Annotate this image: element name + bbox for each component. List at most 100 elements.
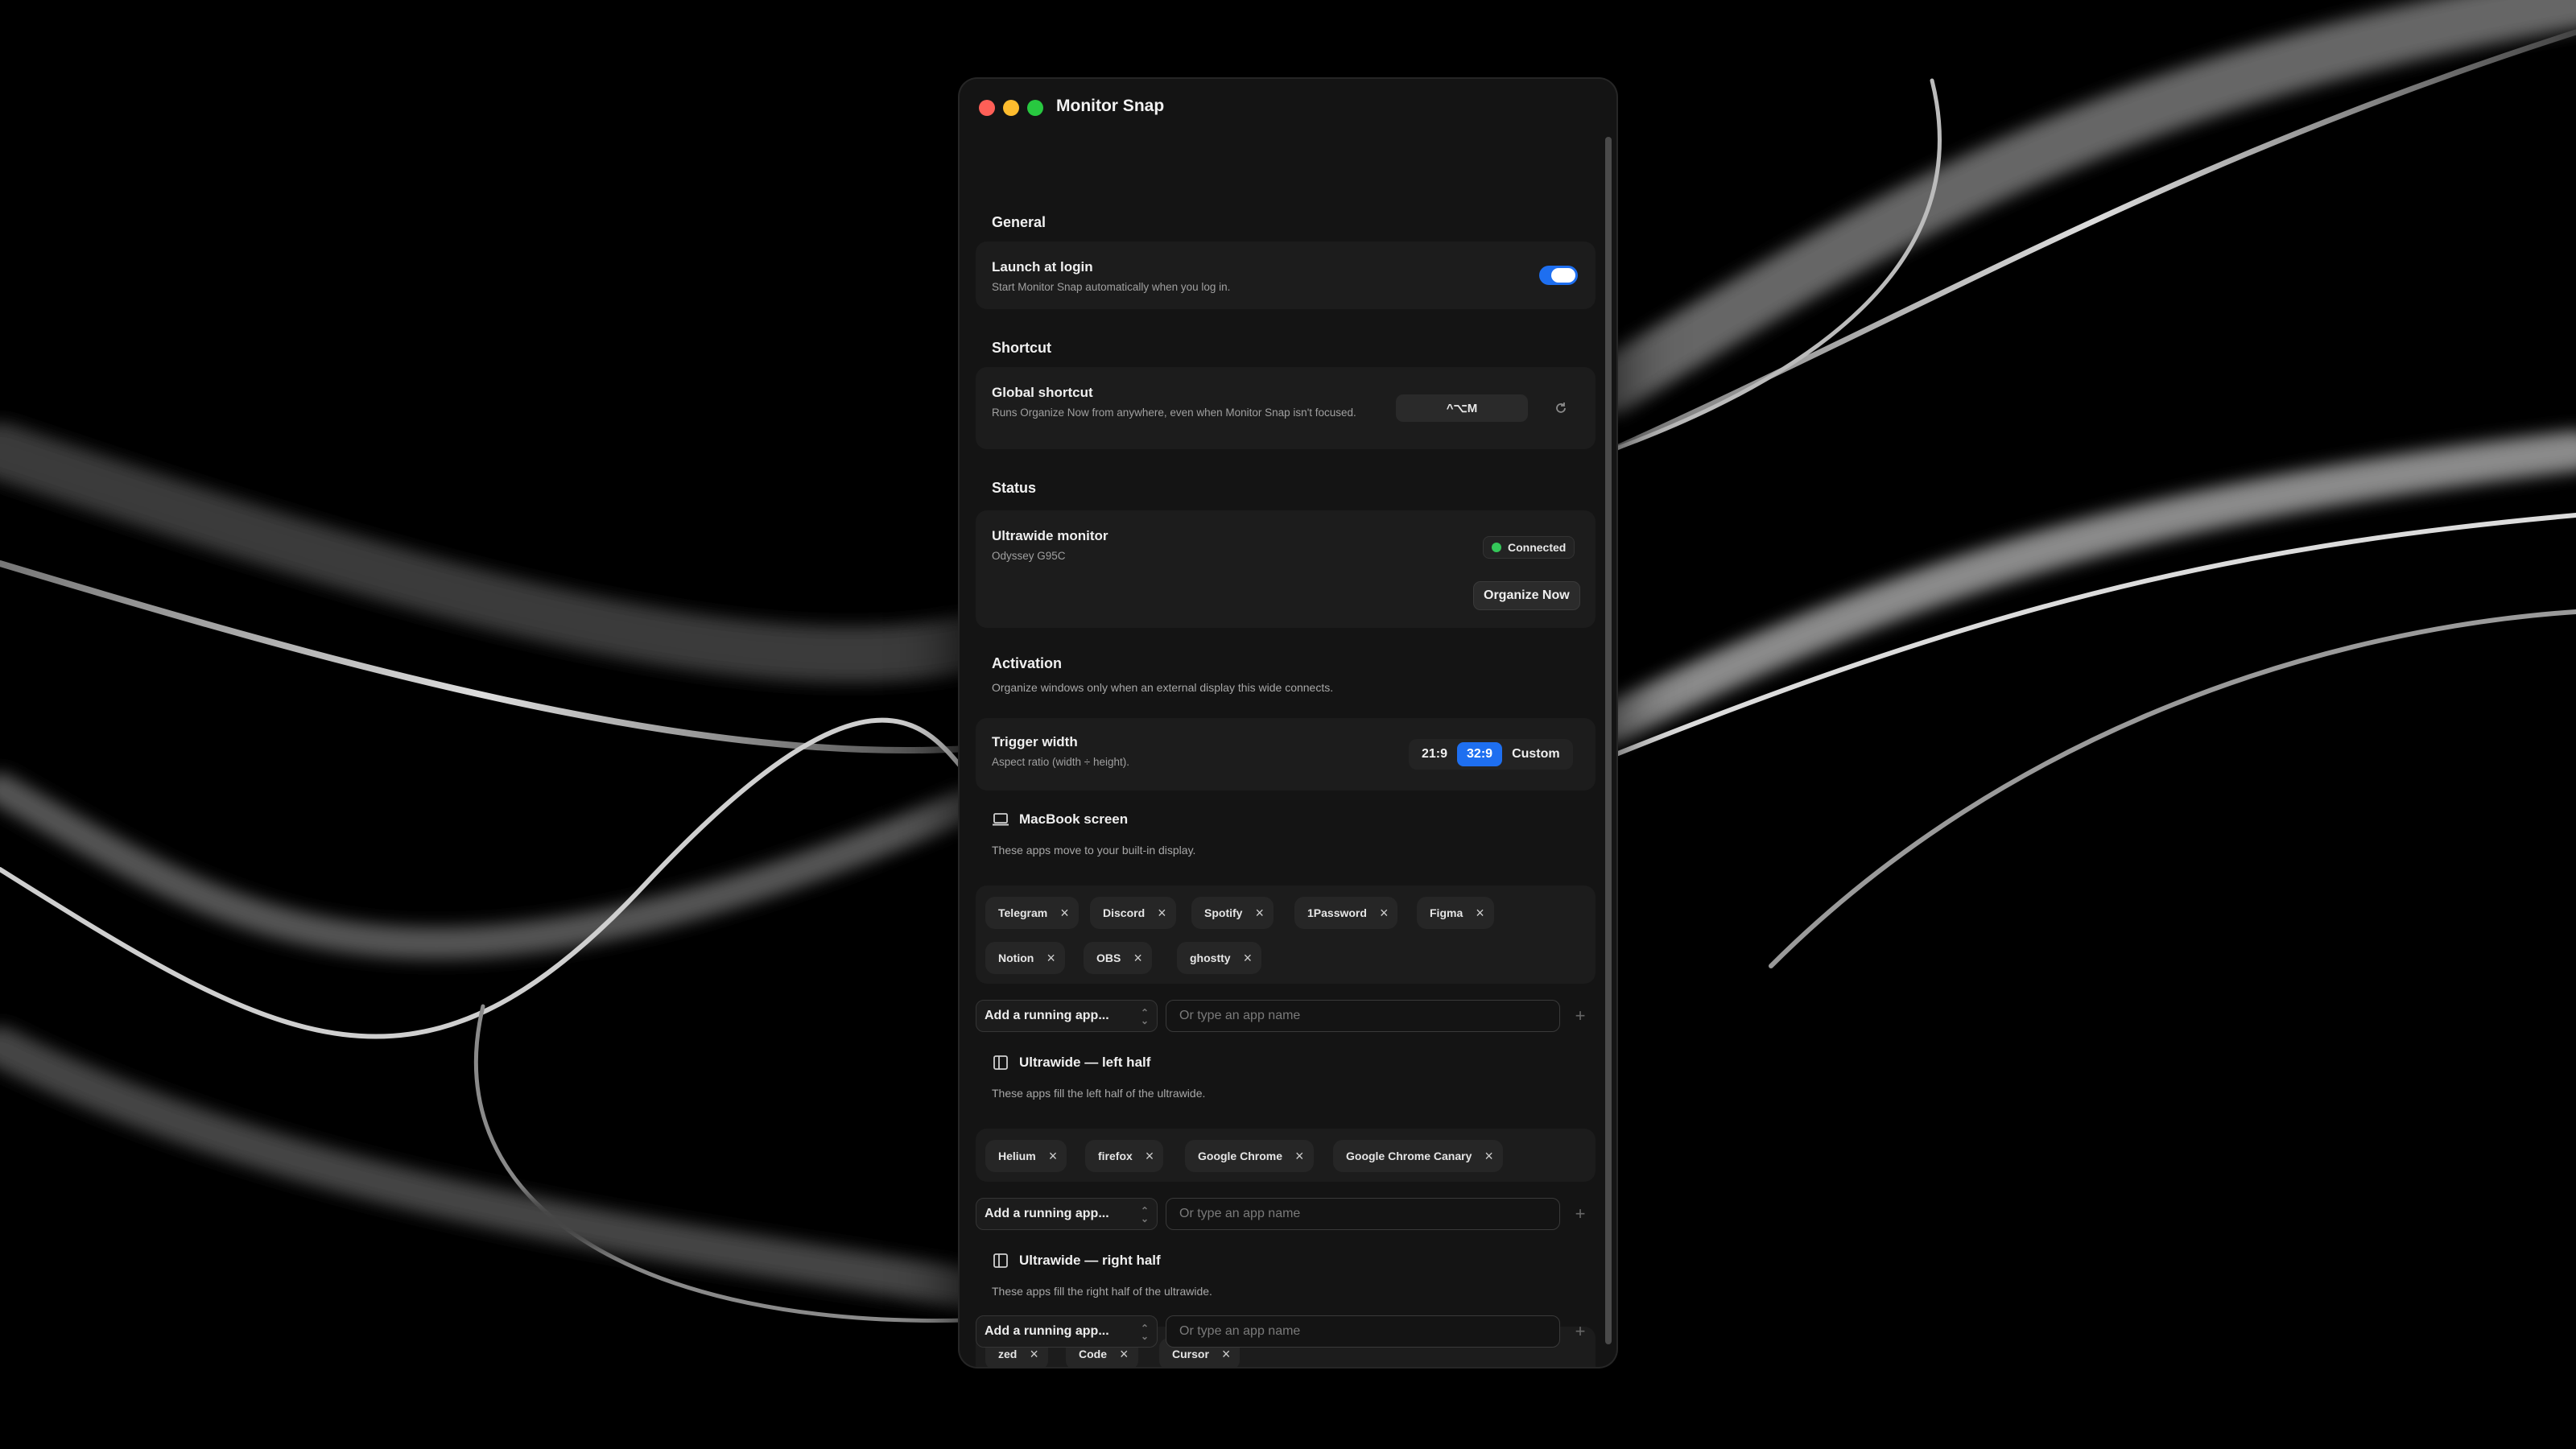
app-chip-google-chrome: Google Chrome × <box>1185 1140 1314 1172</box>
right-app-name-input[interactable] <box>1166 1315 1560 1348</box>
left-app-name-input[interactable] <box>1166 1198 1560 1230</box>
zoom-window-button[interactable] <box>1027 100 1043 116</box>
app-chip-ghostty: ghostty × <box>1177 942 1262 974</box>
window-title: Monitor Snap <box>1056 97 1165 115</box>
global-shortcut-description: Runs Organize Now from anywhere, even wh… <box>992 407 1356 419</box>
split-left-icon <box>993 1055 1008 1070</box>
select-label: Add a running app... <box>985 1207 1109 1220</box>
ultrawide-left-header: Ultrawide — left half <box>992 1055 1150 1071</box>
up-down-chevron-icon: ⌃ ⌄ <box>1140 1205 1149 1224</box>
app-chip-google-chrome-canary: Google Chrome Canary × <box>1333 1140 1503 1172</box>
app-chip-label: Telegram <box>998 906 1048 919</box>
app-chip-label: Notion <box>998 952 1034 964</box>
trigger-width-segmented-control: 21:9 32:9 Custom <box>1409 739 1573 770</box>
app-chip-helium: Helium × <box>985 1140 1067 1172</box>
right-add-app-plus-icon[interactable]: + <box>1568 1319 1592 1344</box>
section-title-activation: Activation <box>992 655 1063 671</box>
left-add-app-plus-icon[interactable]: + <box>1568 1202 1592 1226</box>
reset-shortcut-icon[interactable] <box>1550 398 1571 419</box>
minimize-window-button[interactable] <box>1003 100 1019 116</box>
remove-icon[interactable]: × <box>1380 905 1389 922</box>
ultrawide-right-title: Ultrawide — right half <box>1019 1253 1161 1268</box>
remove-icon[interactable]: × <box>1030 1346 1038 1363</box>
launch-at-login-label: Launch at login <box>992 259 1093 275</box>
app-chip-label: Figma <box>1430 906 1463 919</box>
connection-status-text: Connected <box>1508 541 1567 554</box>
remove-icon[interactable]: × <box>1476 905 1484 922</box>
right-add-running-app-select[interactable]: Add a running app... ⌃ ⌄ <box>976 1315 1158 1348</box>
app-chip-label: Helium <box>998 1150 1036 1162</box>
ultrawide-monitor-row: Ultrawide monitor Odyssey G95C Connected… <box>976 510 1596 628</box>
segment-32-9[interactable]: 32:9 <box>1457 742 1503 766</box>
trigger-width-label: Trigger width <box>992 734 1078 749</box>
vertical-scrollbar[interactable] <box>1605 137 1612 1344</box>
app-chip-telegram: Telegram × <box>985 897 1079 929</box>
laptop-icon <box>993 813 1009 826</box>
global-shortcut-row: Global shortcut Runs Organize Now from a… <box>976 367 1596 449</box>
select-label: Add a running app... <box>985 1009 1109 1022</box>
macbook-add-app-plus-icon[interactable]: + <box>1568 1004 1592 1028</box>
ultrawide-monitor-label: Ultrawide monitor <box>992 528 1108 543</box>
app-chip-label: firefox <box>1098 1150 1133 1162</box>
launch-at-login-toggle[interactable] <box>1539 266 1578 285</box>
activation-description: Organize windows only when an external d… <box>992 681 1334 694</box>
up-down-chevron-icon: ⌃ ⌄ <box>1140 1323 1149 1342</box>
left-add-running-app-select[interactable]: Add a running app... ⌃ ⌄ <box>976 1198 1158 1230</box>
settings-content: General Launch at login Start Monitor Sn… <box>976 135 1596 1367</box>
app-chip-label: Discord <box>1103 906 1146 919</box>
app-window: Monitor Snap General Launch at login Sta… <box>960 79 1616 1367</box>
remove-icon[interactable]: × <box>1244 950 1253 967</box>
remove-icon[interactable]: × <box>1484 1148 1493 1165</box>
app-chip-label: OBS <box>1096 952 1121 964</box>
app-chip-label: Code <box>1079 1348 1107 1360</box>
section-title-shortcut: Shortcut <box>992 340 1051 356</box>
macbook-add-running-app-select[interactable]: Add a running app... ⌃ ⌄ <box>976 1000 1158 1032</box>
launch-at-login-description: Start Monitor Snap automatically when yo… <box>992 281 1231 293</box>
trigger-width-row: Trigger width Aspect ratio (width ÷ heig… <box>976 718 1596 791</box>
ultrawide-right-header: Ultrawide — right half <box>992 1253 1161 1269</box>
macbook-apps-list: Telegram × Discord × Spotify × 1Password × F… <box>976 886 1596 984</box>
connection-status-badge: Connected <box>1483 536 1575 559</box>
close-window-button[interactable] <box>979 100 995 116</box>
remove-icon[interactable]: × <box>1049 1148 1058 1165</box>
section-title-status: Status <box>992 480 1037 496</box>
app-chip-spotify: Spotify × <box>1191 897 1274 929</box>
remove-icon[interactable]: × <box>1158 905 1166 922</box>
status-dot-icon <box>1492 543 1501 552</box>
launch-at-login-row: Launch at login Start Monitor Snap autom… <box>976 242 1596 309</box>
app-chip-label: 1Password <box>1307 906 1367 919</box>
app-chip-notion: Notion × <box>985 942 1065 974</box>
monitor-model-name: Odyssey G95C <box>992 550 1066 562</box>
macbook-app-name-input[interactable] <box>1166 1000 1560 1032</box>
trigger-width-description: Aspect ratio (width ÷ height). <box>992 756 1129 768</box>
ultrawide-left-apps-list: Helium × firefox × Google Chrome × Google C… <box>976 1129 1596 1182</box>
remove-icon[interactable]: × <box>1120 1346 1129 1363</box>
app-chip-obs: OBS × <box>1084 942 1152 974</box>
app-chip-label: Google Chrome <box>1198 1150 1283 1162</box>
remove-icon[interactable]: × <box>1046 950 1055 967</box>
remove-icon[interactable]: × <box>1146 1148 1154 1165</box>
remove-icon[interactable]: × <box>1255 905 1264 922</box>
ultrawide-right-description: These apps fill the right half of the ul… <box>992 1285 1212 1298</box>
macbook-screen-title: MacBook screen <box>1019 811 1129 827</box>
app-chip-label: zed <box>998 1348 1018 1360</box>
remove-icon[interactable]: × <box>1060 905 1069 922</box>
remove-icon[interactable]: × <box>1133 950 1142 967</box>
app-chip-1password: 1Password × <box>1294 897 1398 929</box>
segment-21-9[interactable]: 21:9 <box>1412 742 1457 766</box>
app-chip-figma: Figma × <box>1417 897 1494 929</box>
section-title-general: General <box>992 214 1046 230</box>
split-right-icon <box>993 1253 1008 1268</box>
select-label: Add a running app... <box>985 1324 1109 1338</box>
app-chip-firefox: firefox × <box>1085 1140 1164 1172</box>
up-down-chevron-icon: ⌃ ⌄ <box>1140 1007 1149 1026</box>
macbook-screen-description: These apps move to your built-in display… <box>992 844 1196 857</box>
remove-icon[interactable]: × <box>1222 1346 1231 1363</box>
organize-now-button[interactable]: Organize Now <box>1473 581 1580 610</box>
shortcut-recorder[interactable]: ^⌥M <box>1396 394 1528 422</box>
remove-icon[interactable]: × <box>1295 1148 1304 1165</box>
global-shortcut-label: Global shortcut <box>992 385 1093 400</box>
segment-custom[interactable]: Custom <box>1502 742 1570 766</box>
app-chip-discord: Discord × <box>1090 897 1176 929</box>
app-chip-label: Spotify <box>1204 906 1243 919</box>
